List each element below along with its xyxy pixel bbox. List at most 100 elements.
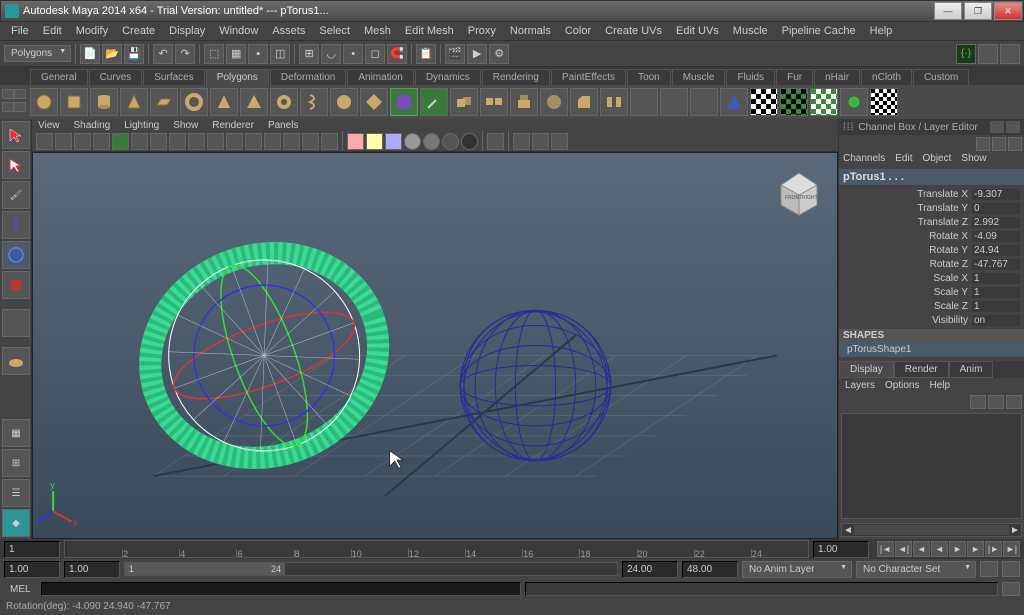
undo-icon[interactable]: ↶: [153, 44, 173, 64]
poly-prism-icon[interactable]: [210, 88, 238, 116]
combine-icon[interactable]: [450, 88, 478, 116]
attr-row[interactable]: Rotate X-4.09: [843, 229, 1020, 243]
poly-sphere-icon[interactable]: [30, 88, 58, 116]
panel-menu-lighting[interactable]: Lighting: [124, 120, 159, 131]
checker-b-icon[interactable]: [780, 88, 808, 116]
scale-tool[interactable]: [2, 271, 30, 299]
shelf-tab-fluids[interactable]: Fluids: [726, 69, 775, 85]
shelf-tab-polygons[interactable]: Polygons: [206, 69, 269, 85]
render-icon[interactable]: 🎬: [445, 44, 465, 64]
bevel-icon[interactable]: [570, 88, 598, 116]
sculpt-tool-icon[interactable]: [420, 88, 448, 116]
pt-safe-title-icon[interactable]: [226, 133, 243, 150]
shelf-mini-buttons[interactable]: [2, 89, 26, 115]
pt-light-b-icon[interactable]: [366, 133, 383, 150]
menu-muscle[interactable]: Muscle: [726, 23, 775, 39]
cb-menu-object[interactable]: Object: [923, 153, 952, 169]
attr-value[interactable]: 1: [972, 273, 1020, 284]
command-input[interactable]: [41, 582, 521, 596]
anim-layer-dropdown[interactable]: No Anim Layer: [742, 561, 852, 578]
cb-speed-icon[interactable]: [992, 137, 1006, 151]
menu-select[interactable]: Select: [312, 23, 357, 39]
snap-point-icon[interactable]: •: [343, 44, 363, 64]
script-editor-button[interactable]: [1002, 582, 1020, 596]
pt-grid-icon[interactable]: [112, 133, 129, 150]
select-hierarchy-icon[interactable]: ⬚: [204, 44, 224, 64]
menu-help[interactable]: Help: [863, 23, 900, 39]
attr-row[interactable]: Scale X1: [843, 271, 1020, 285]
cb-scrollbar[interactable]: ◄►: [841, 523, 1022, 537]
attr-value[interactable]: 1: [972, 301, 1020, 312]
layer-tab-display[interactable]: Display: [839, 361, 894, 378]
render-settings-icon[interactable]: ⚙: [489, 44, 509, 64]
poly-pipe-icon[interactable]: [270, 88, 298, 116]
snap-curve-icon[interactable]: ◡: [321, 44, 341, 64]
step-back-key-button[interactable]: ◄|: [895, 541, 912, 557]
panel-menu-renderer[interactable]: Renderer: [212, 120, 254, 131]
menu-create-uvs[interactable]: Create UVs: [598, 23, 669, 39]
minimize-button[interactable]: —: [934, 2, 962, 20]
soft-select-tool[interactable]: [2, 347, 30, 375]
attr-row[interactable]: Translate Z2.992: [843, 215, 1020, 229]
separate-icon[interactable]: [480, 88, 508, 116]
checker-c-icon[interactable]: [810, 88, 838, 116]
attr-value[interactable]: -9.307: [972, 189, 1020, 200]
lasso-tool[interactable]: [2, 151, 30, 179]
poly-plane-icon[interactable]: [150, 88, 178, 116]
pt-light-a-icon[interactable]: [347, 133, 364, 150]
menu-assets[interactable]: Assets: [265, 23, 312, 39]
shelf-tab-surfaces[interactable]: Surfaces: [143, 69, 204, 85]
pt-resolution-gate-icon[interactable]: [150, 133, 167, 150]
poly-pyramid-icon[interactable]: [240, 88, 268, 116]
open-scene-icon[interactable]: 📂: [102, 44, 122, 64]
snap-grid-icon[interactable]: ⊞: [299, 44, 319, 64]
redo-icon[interactable]: ↷: [175, 44, 195, 64]
rotate-tool[interactable]: [2, 241, 30, 269]
menu-display[interactable]: Display: [162, 23, 212, 39]
shelf-tab-fur[interactable]: Fur: [776, 69, 813, 85]
save-scene-icon[interactable]: 💾: [124, 44, 144, 64]
select-mask-icon[interactable]: ◫: [270, 44, 290, 64]
layer-del-icon[interactable]: [1006, 395, 1022, 409]
attr-value[interactable]: 2.992: [972, 217, 1020, 228]
new-scene-icon[interactable]: 📄: [80, 44, 100, 64]
attr-row[interactable]: Visibilityon: [843, 313, 1020, 327]
poke-icon[interactable]: [720, 88, 748, 116]
toggle-a-icon[interactable]: {·}: [956, 44, 976, 64]
cb-menu-show[interactable]: Show: [961, 153, 986, 169]
attr-value[interactable]: 1: [972, 287, 1020, 298]
poly-soccer-icon[interactable]: [330, 88, 358, 116]
close-button[interactable]: ✕: [994, 2, 1022, 20]
cb-menu-edit[interactable]: Edit: [895, 153, 912, 169]
layer-tab-render[interactable]: Render: [894, 361, 949, 378]
panel-menu-show[interactable]: Show: [173, 120, 198, 131]
checker-d-icon[interactable]: [870, 88, 898, 116]
channelbox-object-name[interactable]: pTorus1 . . .: [839, 169, 1024, 185]
snap-live-icon[interactable]: 🧲: [387, 44, 407, 64]
extrude-icon[interactable]: [510, 88, 538, 116]
shelf-tab-ncloth[interactable]: nCloth: [861, 69, 912, 85]
attr-row[interactable]: Rotate Z-47.767: [843, 257, 1020, 271]
attr-row[interactable]: Translate X-9.307: [843, 187, 1020, 201]
select-tool[interactable]: [2, 121, 30, 149]
pt-light-g-icon[interactable]: [461, 133, 478, 150]
menu-pipeline-cache[interactable]: Pipeline Cache: [775, 23, 863, 39]
smooth-icon[interactable]: [540, 88, 568, 116]
uv-editor-icon[interactable]: [840, 88, 868, 116]
panel-menu-shading[interactable]: Shading: [74, 120, 111, 131]
ipr-icon[interactable]: ▶: [467, 44, 487, 64]
range-end-outer[interactable]: 48.00: [682, 561, 738, 578]
menu-edit-uvs[interactable]: Edit UVs: [669, 23, 726, 39]
move-tool[interactable]: [2, 211, 30, 239]
shelf-tab-nhair[interactable]: nHair: [814, 69, 860, 85]
pt-light-c-icon[interactable]: [385, 133, 402, 150]
view-outliner-icon[interactable]: ☰: [2, 479, 30, 507]
pt-image-plane-icon[interactable]: [74, 133, 91, 150]
select-object-icon[interactable]: ▦: [226, 44, 246, 64]
maximize-button[interactable]: ❐: [964, 2, 992, 20]
view-four-icon[interactable]: ⊞: [2, 449, 30, 477]
cb-opts-icon[interactable]: [1006, 121, 1020, 133]
attr-value[interactable]: 24.94: [972, 245, 1020, 256]
layer-tab-anim[interactable]: Anim: [949, 361, 994, 378]
pt-field-chart-icon[interactable]: [188, 133, 205, 150]
